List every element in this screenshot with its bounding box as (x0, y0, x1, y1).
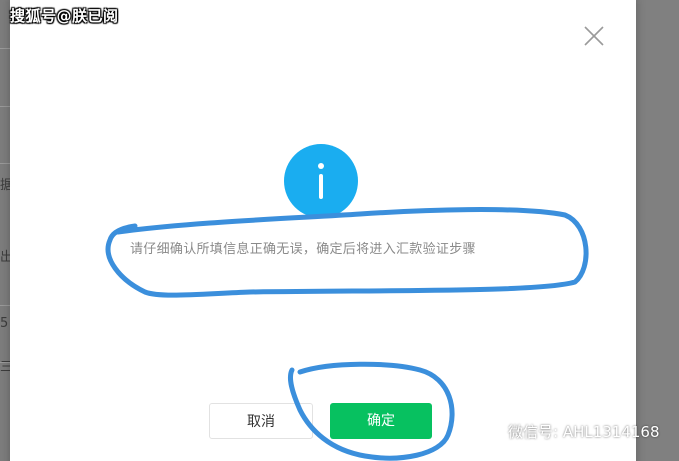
watermark-bottom-text: 微信号: AHL1314168 (508, 422, 660, 441)
watermark-bottom: 微信号: AHL1314168 (476, 419, 660, 443)
wechat-icon (476, 420, 502, 441)
confirm-dialog: 请仔细确认所填信息正确无误，确定后将进入汇款验证步骤 取消 确定 (10, 0, 636, 461)
info-icon (284, 144, 358, 218)
background-divider (0, 305, 10, 306)
cancel-button[interactable]: 取消 (209, 403, 313, 439)
background-divider (0, 163, 10, 164)
background-divider (0, 106, 10, 107)
background-divider (0, 48, 10, 49)
dialog-message: 请仔细确认所填信息正确无误，确定后将进入汇款验证步骤 (130, 242, 476, 257)
confirm-button[interactable]: 确定 (330, 403, 432, 439)
close-icon (584, 26, 604, 46)
close-button[interactable] (582, 24, 606, 48)
watermark-top: 搜狐号@朕已阅 (10, 7, 119, 25)
background-text-fragment: 5 (0, 316, 9, 331)
